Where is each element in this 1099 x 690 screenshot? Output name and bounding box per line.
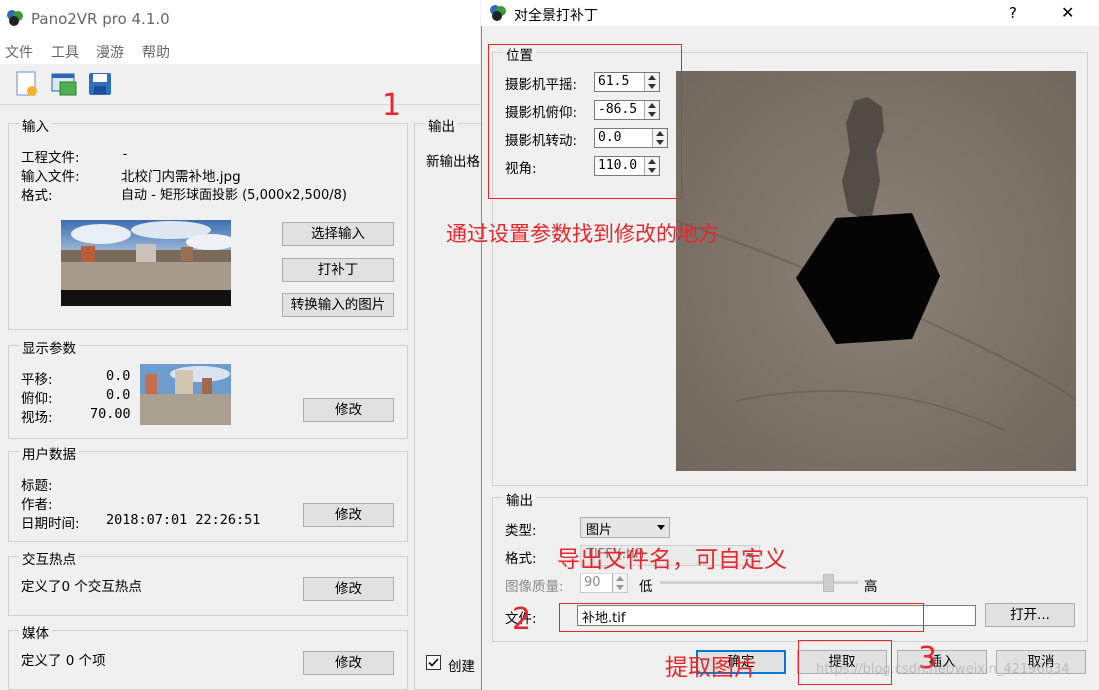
project-file-value: - [121,146,130,162]
new-project-icon[interactable] [13,70,41,98]
title-label: 标题: [21,478,53,494]
main-output-title: 输出 [425,115,458,135]
datetime-value: 2018:07:01 22:26:51 [106,512,261,528]
app-logo-icon [6,9,24,27]
display-edit-button[interactable]: 修改 [303,398,394,422]
dialog-title: 对全景打补丁 [514,8,598,24]
dialog-output-title: 输出 [503,489,536,509]
author-label: 作者: [21,497,53,513]
annotation-number-2: 2 [512,602,532,637]
type-select-value: 图片 [586,523,613,538]
dialog-title-bar: 对全景打补丁 ? ✕ [481,0,1099,26]
display-params-title: 显示参数 [19,337,79,357]
project-file-label: 工程文件: [21,150,80,166]
media-edit-button[interactable]: 修改 [303,651,394,675]
quality-spinbox[interactable]: 90 [580,573,628,593]
select-input-button[interactable]: 选择输入 [282,222,394,246]
media-count-text: 定义了 0 个项 [21,653,106,669]
annotation-box-position [488,44,682,199]
annotation-box-file [559,603,924,632]
watermark-text: https://blog.csdn.net/weixin_42196634 [816,662,1070,677]
quality-slider-thumb[interactable] [823,574,834,592]
quality-value: 90 [584,575,601,590]
annotation-note-filename: 导出文件名，可自定义 [557,540,787,574]
input-panorama-thumbnail [61,220,231,306]
create-checkbox[interactable] [426,655,441,670]
type-label: 类型: [505,523,537,539]
quality-arrows[interactable] [612,574,627,592]
patch-button[interactable]: 打补丁 [282,258,394,282]
fov-value: 70.00 [90,406,131,422]
pan-label: 平移: [21,372,53,388]
menu-bar: 文件 工具 漫游 帮助 [0,38,480,64]
format-label: 格式: [21,188,53,204]
annotation-note-extract: 提取图片 [665,655,757,681]
tilt-label: 俯仰: [21,391,53,407]
open-file-button[interactable]: 打开... [985,603,1075,627]
chevron-down-icon [657,525,665,530]
media-title: 媒体 [19,622,52,642]
tilt-value: 0.0 [106,387,131,403]
datetime-label: 日期时间: [21,516,80,532]
hotspot-count-text: 定义了0 个交互热点 [21,579,142,595]
format-select-label: 格式: [505,551,537,567]
hotspot-title: 交互热点 [19,548,79,568]
input-file-label: 输入文件: [21,169,80,185]
help-button[interactable]: ? [1009,4,1017,22]
patch-preview-image[interactable] [676,71,1076,471]
menu-tools[interactable]: 工具 [51,42,79,62]
quality-slider[interactable] [660,574,858,592]
hotspot-edit-button[interactable]: 修改 [303,577,394,601]
menu-file[interactable]: 文件 [5,42,33,62]
menu-tour[interactable]: 漫游 [96,42,124,62]
toolbar [0,64,480,105]
main-title-bar: Pano2VR pro 4.1.0 [0,0,480,38]
new-output-format-label: 新输出格 [426,154,480,170]
fov-label: 视场: [21,410,53,426]
quality-label: 图像质量: [505,579,564,595]
save-icon[interactable] [86,70,114,98]
type-select[interactable]: 图片 [580,517,670,538]
quality-high-label: 高 [864,579,878,595]
user-data-edit-button[interactable]: 修改 [303,503,394,527]
close-icon[interactable]: ✕ [1061,3,1074,22]
preview-thumbnail [140,364,231,425]
open-project-icon[interactable] [50,70,78,98]
input-group-title: 输入 [19,115,52,135]
quality-low-label: 低 [639,579,653,595]
dialog-logo-icon [489,4,507,22]
create-checkbox-label: 创建 [448,659,475,675]
menu-help[interactable]: 帮助 [142,42,170,62]
annotation-number-1: 1 [382,88,402,123]
pan-value: 0.0 [106,368,131,384]
annotation-note-params: 通过设置参数找到修改的地方 [446,222,719,246]
main-window-title: Pano2VR pro 4.1.0 [31,10,170,28]
user-data-title: 用户数据 [19,443,79,463]
input-file-value: 北校门内需补地.jpg [121,169,241,185]
format-value: 自动 - 矩形球面投影 (5,000x2,500/8) [121,188,348,203]
convert-input-button[interactable]: 转换输入的图片 [282,293,394,317]
